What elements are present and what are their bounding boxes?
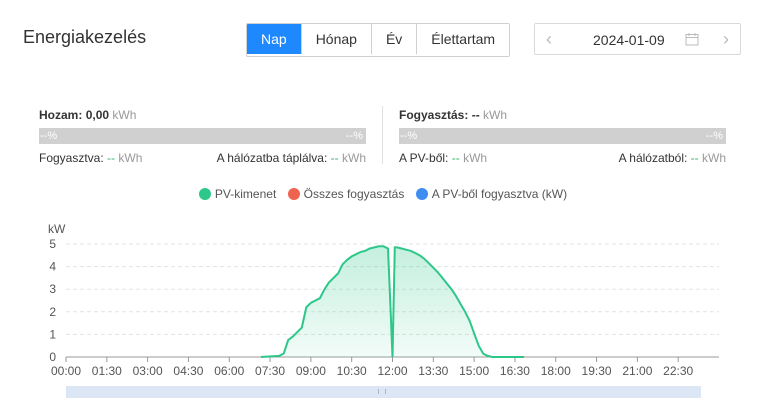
fed-to-grid-unit: kWh [342, 151, 366, 165]
from-pv-value: -- [451, 151, 460, 165]
consumption-panel: Fogyasztás: -- kWh --% --% A PV-ből: -- … [399, 108, 726, 165]
consumption-label: Fogyasztás: [399, 108, 469, 122]
slider-grip-icon[interactable] [378, 389, 386, 394]
legend-item-pv-consumed[interactable]: A PV-ből fogyasztva (kW) [415, 187, 568, 201]
y-tick-label: 4 [49, 260, 56, 274]
yield-panel: Hozam: 0,00 kWh --% --% Fogyasztva: -- k… [39, 108, 366, 165]
x-tick-label: 16:30 [500, 364, 530, 378]
x-tick-label: 06:00 [214, 364, 244, 378]
x-tick-label: 07:30 [255, 364, 285, 378]
date-picker[interactable]: ‹ 2024-01-09 › [534, 23, 741, 55]
y-tick-label: 2 [49, 305, 56, 319]
yield-header: Hozam: 0,00 kWh [39, 108, 366, 122]
y-tick-label: 5 [49, 237, 56, 251]
x-tick-label: 15:00 [459, 364, 489, 378]
calendar-icon[interactable] [685, 32, 699, 51]
next-date-icon[interactable]: › [714, 24, 738, 54]
yield-bar-left-percent: --% [40, 130, 58, 142]
previous-date-icon[interactable]: ‹ [537, 24, 561, 54]
consumption-bar-left-percent: --% [400, 130, 418, 142]
self-consumed: Fogyasztva: -- kWh [39, 151, 142, 165]
from-pv: A PV-ből: -- kWh [399, 151, 487, 165]
legend-item-pv-output[interactable]: PV-kimenet [198, 187, 277, 201]
self-consumed-value: -- [107, 151, 116, 165]
y-tick-label: 0 [49, 350, 56, 364]
consumption-header: Fogyasztás: -- kWh [399, 108, 726, 122]
from-grid-unit: kWh [702, 151, 726, 165]
y-tick-label: 3 [49, 282, 56, 296]
x-tick-label: 00:00 [51, 364, 81, 378]
x-tick-label: 21:00 [622, 364, 652, 378]
yield-bar-right-percent: --% [345, 130, 363, 142]
tab-year[interactable]: Év [370, 24, 417, 54]
period-selector: Nap Hónap Év Élettartam [246, 23, 511, 57]
chart-legend: PV-kimenet Összes fogyasztás A PV-ből fo… [0, 187, 766, 201]
yield-unit: kWh [112, 108, 137, 122]
from-pv-label: A PV-ből: [399, 151, 449, 165]
legend-item-total-consumption[interactable]: Összes fogyasztás [287, 187, 405, 201]
x-tick-label: 22:30 [663, 364, 693, 378]
self-consumed-label: Fogyasztva: [39, 151, 104, 165]
legend-dot-pv-consumed [415, 188, 428, 200]
from-grid-label: A hálózatból: [618, 151, 688, 165]
chart-zoom-slider[interactable] [66, 386, 701, 398]
from-grid-value: -- [690, 151, 699, 165]
from-grid: A hálózatból: -- kWh [619, 151, 726, 165]
yield-label: Hozam: [39, 108, 83, 122]
tab-month[interactable]: Hónap [300, 24, 371, 54]
x-tick-label: 04:30 [173, 364, 203, 378]
tab-day[interactable]: Nap [247, 24, 301, 54]
fed-to-grid: A hálózatba táplálva: -- kWh [217, 151, 366, 165]
consumption-bar-right-percent: --% [705, 130, 723, 142]
y-tick-label: 1 [49, 327, 56, 341]
x-tick-label: 03:00 [133, 364, 163, 378]
x-tick-label: 09:00 [296, 364, 326, 378]
x-tick-label: 10:30 [337, 364, 367, 378]
self-consumed-unit: kWh [118, 151, 143, 165]
pv-output-chart: 0 1 2 3 4 5 00:00 01:30 03:00 04:30 06:00 07:30 09:… [48, 222, 719, 378]
fed-to-grid-label: A hálózatba táplálva: [216, 151, 328, 165]
fed-to-grid-value: -- [330, 151, 339, 165]
selected-date[interactable]: 2024-01-09 [593, 32, 665, 48]
legend-label-pv-consumed: A PV-ből fogyasztva (kW) [431, 187, 568, 201]
consumption-ratio-bar: --% --% [399, 128, 726, 144]
panel-divider [382, 106, 383, 164]
legend-dot-total-consumption [287, 188, 300, 200]
yield-ratio-bar: --% --% [39, 128, 366, 144]
x-tick-label: 12:00 [377, 364, 407, 378]
legend-label-pv-output: PV-kimenet [214, 187, 277, 201]
x-tick-label: 13:30 [418, 364, 448, 378]
legend-label-total-consumption: Összes fogyasztás [303, 187, 405, 201]
page-title: Energiakezelés [23, 27, 147, 47]
x-tick-label: 01:30 [92, 364, 122, 378]
tab-lifetime[interactable]: Élettartam [416, 24, 510, 54]
from-pv-unit: kWh [463, 151, 488, 165]
consumption-value: -- [471, 108, 480, 122]
legend-dot-pv-output [198, 188, 211, 200]
yield-value: 0,00 [85, 108, 110, 122]
x-tick-label: 18:00 [541, 364, 571, 378]
y-axis-unit: kW [48, 222, 66, 236]
consumption-unit: kWh [483, 108, 508, 122]
x-tick-label: 19:30 [582, 364, 612, 378]
